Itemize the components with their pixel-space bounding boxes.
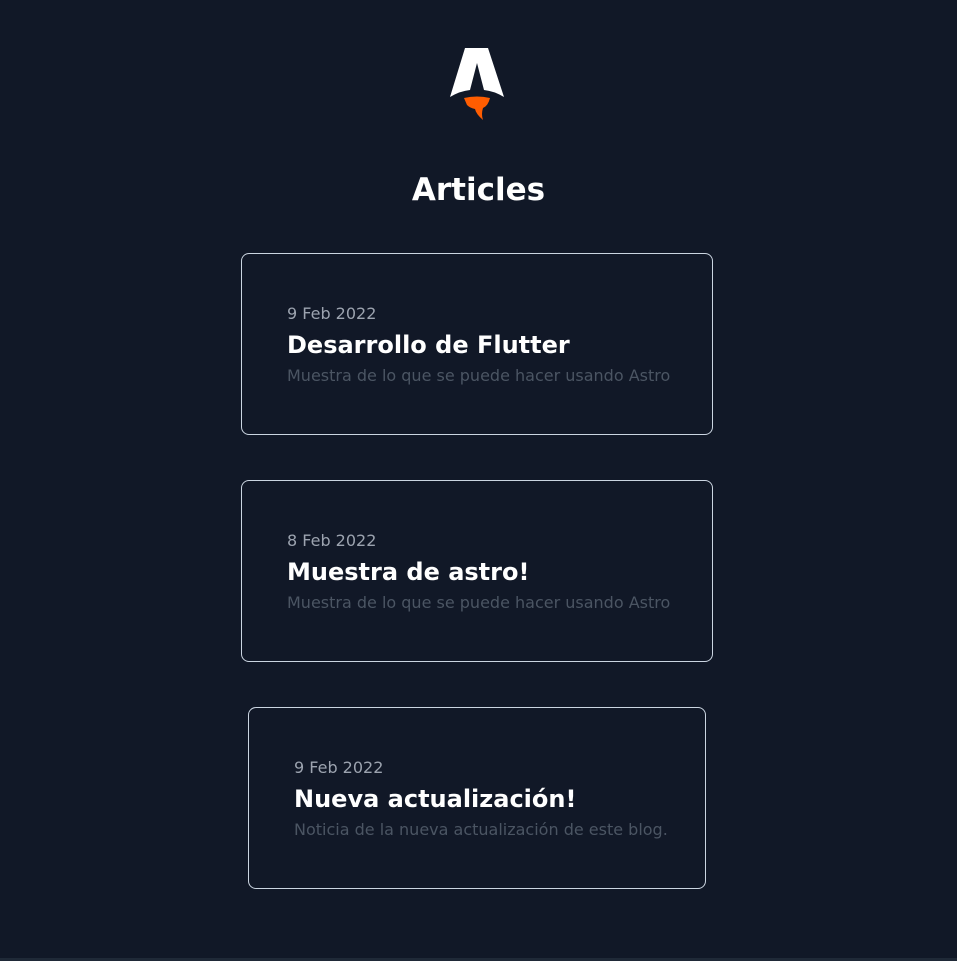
article-title[interactable]: Desarrollo de Flutter: [287, 330, 570, 360]
page-title: Articles: [411, 172, 546, 208]
article-card[interactable]: 8 Feb 2022 Muestra de astro! Muestra de …: [241, 480, 713, 662]
logo-body: [450, 48, 504, 97]
article-title[interactable]: Muestra de astro!: [287, 557, 529, 587]
article-date: 9 Feb 2022: [287, 304, 377, 323]
article-description: Noticia de la nueva actualización de est…: [294, 820, 668, 839]
article-card[interactable]: 9 Feb 2022 Desarrollo de Flutter Muestra…: [241, 253, 713, 435]
article-description: Muestra de lo que se puede hacer usando …: [287, 366, 671, 385]
logo-flame: [464, 96, 490, 120]
article-description: Muestra de lo que se puede hacer usando …: [287, 593, 671, 612]
article-date: 9 Feb 2022: [294, 758, 384, 777]
article-title[interactable]: Nueva actualización!: [294, 784, 576, 814]
page: Articles 9 Feb 2022 Desarrollo de Flutte…: [0, 0, 957, 961]
article-date: 8 Feb 2022: [287, 531, 377, 550]
astro-rocket-icon[interactable]: [448, 44, 506, 124]
article-card[interactable]: 9 Feb 2022 Nueva actualización! Noticia …: [248, 707, 706, 889]
